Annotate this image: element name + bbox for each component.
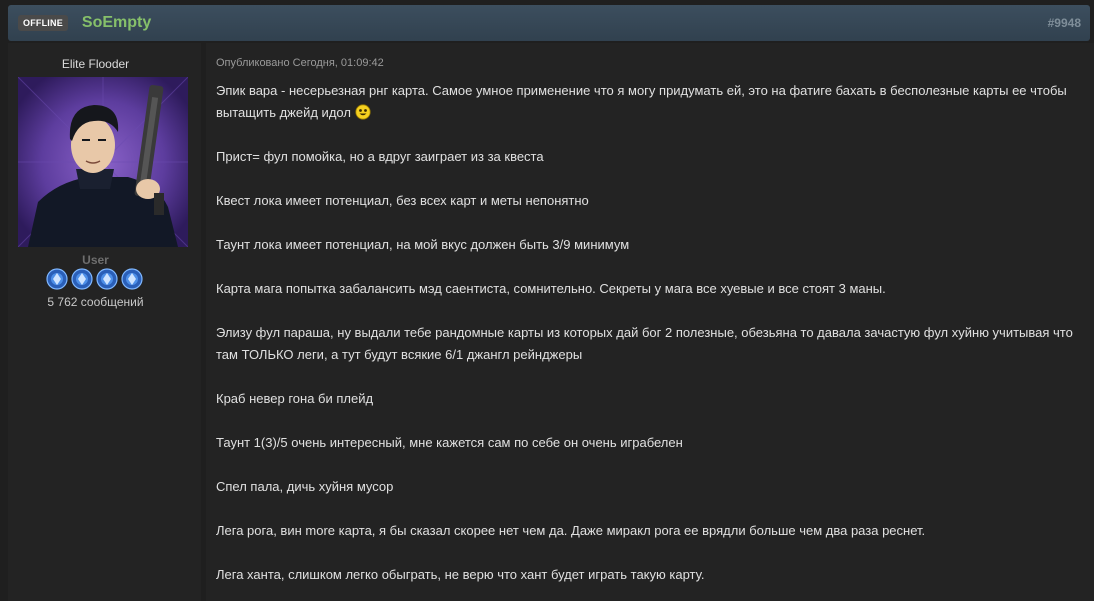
post-paragraph: Таунт 1(3)/5 очень интересный, мне кажет… — [216, 435, 683, 450]
username-link[interactable]: SoEmpty — [82, 14, 151, 32]
author-panel: Elite Flooder User 5 762 сообщений — [8, 43, 201, 601]
post-paragraph: Прист= фул помойка, но а вдруг заиграет … — [216, 149, 544, 164]
member-title: Elite Flooder — [61, 57, 130, 71]
post-paragraph: Карта мага попытка забалансить мэд саент… — [216, 281, 886, 296]
rank-icon — [121, 268, 143, 290]
rank-icon — [71, 268, 93, 290]
post-number-link[interactable]: #9948 — [1048, 16, 1081, 30]
smiley-icon — [355, 104, 371, 120]
post-body: Опубликовано Сегодня, 01:09:42 Эпик вара… — [206, 43, 1094, 601]
forum-post: OFFLINE SoEmpty #9948 Elite Flooder User… — [0, 0, 1094, 601]
post-paragraph: Элизу фул параша, ну выдали тебе рандомн… — [216, 325, 1073, 362]
post-header: OFFLINE SoEmpty #9948 — [8, 5, 1090, 41]
post-paragraph: Лега рога, вин more карта, я бы сказал с… — [216, 523, 926, 538]
rank-icon — [46, 268, 68, 290]
avatar-illustration — [18, 77, 188, 247]
status-badge: OFFLINE — [18, 15, 68, 31]
post-paragraph-text: Эпик вара - несерьезная рнг карта. Самое… — [216, 83, 1067, 120]
post-count: 5 762 сообщений — [47, 295, 144, 309]
rank-icon — [96, 268, 118, 290]
post-paragraph: Эпик вара - несерьезная рнг карта. Самое… — [216, 80, 1088, 124]
member-group: User — [82, 253, 109, 267]
post-paragraph: Лега ханта, слишком легко обыграть, не в… — [216, 567, 705, 582]
post-paragraph: Краб невер гона би плейд — [216, 391, 374, 406]
post-paragraph: Спел пала, дичь хуйня мусор — [216, 479, 394, 494]
avatar[interactable] — [18, 77, 188, 247]
post-text: Эпик вара - несерьезная рнг карта. Самое… — [216, 80, 1088, 601]
group-icons — [46, 268, 143, 290]
post-date: Опубликовано Сегодня, 01:09:42 — [216, 57, 384, 69]
post-paragraph: Квест лока имеет потенциал, без всех кар… — [216, 193, 589, 208]
post-paragraph: Таунт лока имеет потенциал, на мой вкус … — [216, 237, 630, 252]
